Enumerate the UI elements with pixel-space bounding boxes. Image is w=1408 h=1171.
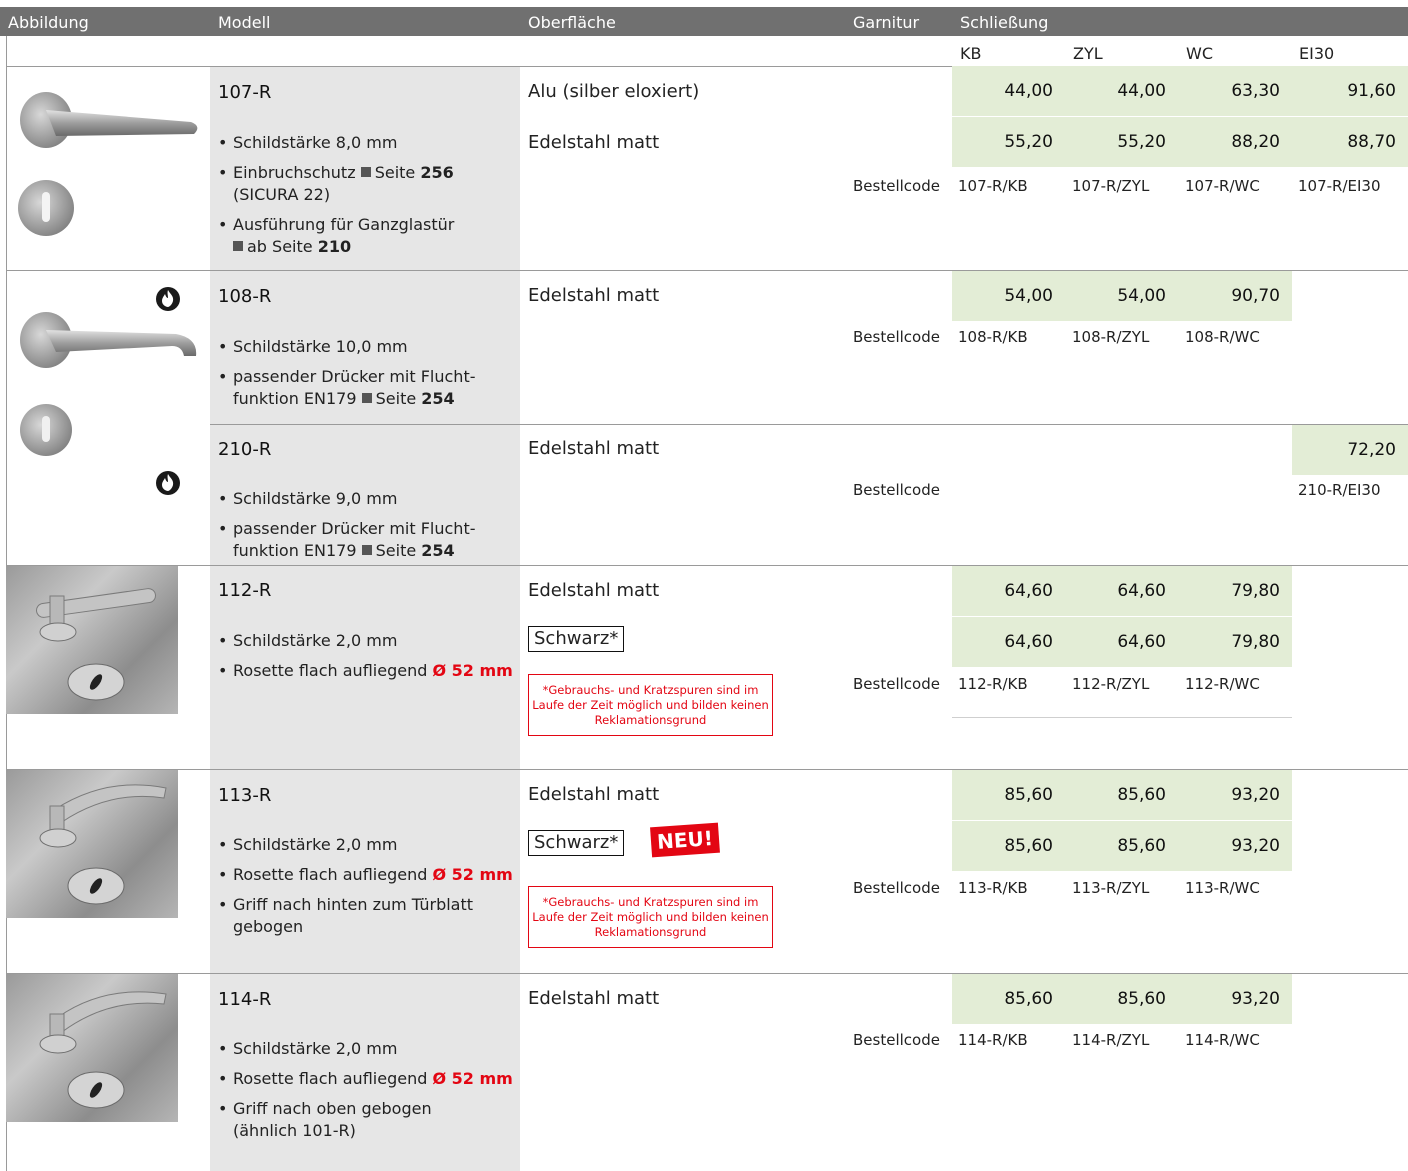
order-code: 107-R/EI30 xyxy=(1298,177,1381,195)
order-code: 107-R/KB xyxy=(958,177,1028,195)
new-badge: NEU! xyxy=(650,822,720,858)
finish-label: Edelstahl matt xyxy=(528,784,660,805)
header-garnitur: Garnitur xyxy=(853,13,920,32)
finish-label: Edelstahl matt xyxy=(528,132,660,153)
order-code: 113-R/ZYL xyxy=(1072,879,1150,897)
finish-black-label: Schwarz* xyxy=(528,830,625,856)
model-name: 107-R xyxy=(218,82,272,103)
order-code: 112-R/ZYL xyxy=(1072,675,1150,693)
order-code: 114-R/ZYL xyxy=(1072,1031,1150,1049)
price-cell: 79,80 xyxy=(1178,617,1292,667)
col-ei30: EI30 xyxy=(1299,44,1335,63)
price-cell: 54,00 xyxy=(1065,271,1178,321)
model-name: 114-R xyxy=(218,989,272,1010)
bullet-list: • Schildstärke 9,0 mm • passender Drücker … xyxy=(218,489,476,560)
wear-note: *Gebrauchs- und Kratzspuren sind im Lauf… xyxy=(528,886,773,948)
header-abbildung: Abbildung xyxy=(8,13,89,32)
finish-label: Edelstahl matt xyxy=(528,580,660,601)
col-zyl: ZYL xyxy=(1073,44,1103,63)
price-cell: 79,80 xyxy=(1178,566,1292,616)
price-cell: 44,00 xyxy=(1065,66,1178,116)
finish-label: Edelstahl matt xyxy=(528,988,660,1009)
row-divider xyxy=(210,424,1408,425)
price-cell: 72,20 xyxy=(1292,425,1408,475)
finish-black-label: Schwarz* xyxy=(528,626,625,652)
order-code: 107-R/ZYL xyxy=(1072,177,1150,195)
bestellcode-label: Bestellcode xyxy=(853,481,940,499)
finish-label: Edelstahl matt xyxy=(528,285,660,306)
header-modell: Modell xyxy=(218,13,271,32)
door-handle-image xyxy=(6,974,178,1122)
order-code: 113-R/KB xyxy=(958,879,1028,897)
door-handle-image xyxy=(18,92,198,236)
price-cell: 55,20 xyxy=(1065,117,1178,167)
col-wc: WC xyxy=(1186,44,1213,63)
order-code: 108-R/KB xyxy=(958,328,1028,346)
table-header: Abbildung Modell Oberfläche Garnitur Sch… xyxy=(0,7,1408,36)
model-name: 113-R xyxy=(218,785,272,806)
bullet-list: • Schildstärke 2,0 mm • Rosette flach aufl… xyxy=(218,631,513,680)
fire-rating-icon xyxy=(156,471,180,495)
price-cell: 63,30 xyxy=(1178,66,1292,116)
order-code: 107-R/WC xyxy=(1185,177,1260,195)
order-code: 108-R/ZYL xyxy=(1072,328,1150,346)
door-handle-image xyxy=(20,312,197,456)
price-cell: 88,70 xyxy=(1292,117,1408,167)
model-name: 210-R xyxy=(218,439,272,460)
model-name: 112-R xyxy=(218,580,272,601)
order-code: 113-R/WC xyxy=(1185,879,1260,897)
price-cell: 85,60 xyxy=(952,770,1065,820)
fire-rating-icon xyxy=(156,287,180,311)
price-cell: 85,60 xyxy=(1065,770,1178,820)
price-cell: 88,20 xyxy=(1178,117,1292,167)
finish-label: Edelstahl matt xyxy=(528,438,660,459)
price-cell: 85,60 xyxy=(1065,974,1178,1024)
bestellcode-label: Bestellcode xyxy=(853,879,940,897)
price-cell: 85,60 xyxy=(952,974,1065,1024)
price-cell: 54,00 xyxy=(952,271,1065,321)
price-cell: 85,60 xyxy=(952,821,1065,871)
order-code: 114-R/WC xyxy=(1185,1031,1260,1049)
price-cell: 64,60 xyxy=(952,617,1065,667)
price-cell: 91,60 xyxy=(1292,66,1408,116)
order-code: 108-R/WC xyxy=(1185,328,1260,346)
bestellcode-label: Bestellcode xyxy=(853,675,940,693)
finish-label: Alu (silber eloxiert) xyxy=(528,81,700,102)
door-handle-image xyxy=(6,566,178,714)
price-cell: 85,60 xyxy=(1065,821,1178,871)
price-cell: 90,70 xyxy=(1178,271,1292,321)
bestellcode-label: Bestellcode xyxy=(853,328,940,346)
order-code: 112-R/KB xyxy=(958,675,1028,693)
order-code: 112-R/WC xyxy=(1185,675,1260,693)
model-name: 108-R xyxy=(218,286,272,307)
price-cell: 93,20 xyxy=(1178,974,1292,1024)
bestellcode-label: Bestellcode xyxy=(853,1031,940,1049)
bullet-list: • Schildstärke 10,0 mm • passender Drücker… xyxy=(218,337,476,408)
price-cell: 44,00 xyxy=(952,66,1065,116)
price-cell: 93,20 xyxy=(1178,821,1292,871)
header-oberflaeche: Oberfläche xyxy=(528,13,616,32)
order-code: 210-R/EI30 xyxy=(1298,481,1381,499)
price-cell: 64,60 xyxy=(1065,566,1178,616)
bestellcode-label: Bestellcode xyxy=(853,177,940,195)
price-cell: 55,20 xyxy=(952,117,1065,167)
wear-note: *Gebrauchs- und Kratzspuren sind im Lauf… xyxy=(528,674,773,736)
door-handle-image xyxy=(6,770,178,918)
header-schliessung: Schließung xyxy=(960,13,1049,32)
price-cell: 93,20 xyxy=(1178,770,1292,820)
col-kb: KB xyxy=(960,44,982,63)
bullet-list: • Schildstärke 8,0 mm • Einbruchschutz Sei… xyxy=(218,133,455,256)
price-cell: 64,60 xyxy=(952,566,1065,616)
row-divider xyxy=(952,717,1292,718)
bullet-list: • Schildstärke 2,0 mm • Rosette flach aufl… xyxy=(218,1039,513,1140)
price-cell: 64,60 xyxy=(1065,617,1178,667)
order-code: 114-R/KB xyxy=(958,1031,1028,1049)
bullet-list: • Schildstärke 2,0 mm • Rosette flach aufl… xyxy=(218,835,513,936)
